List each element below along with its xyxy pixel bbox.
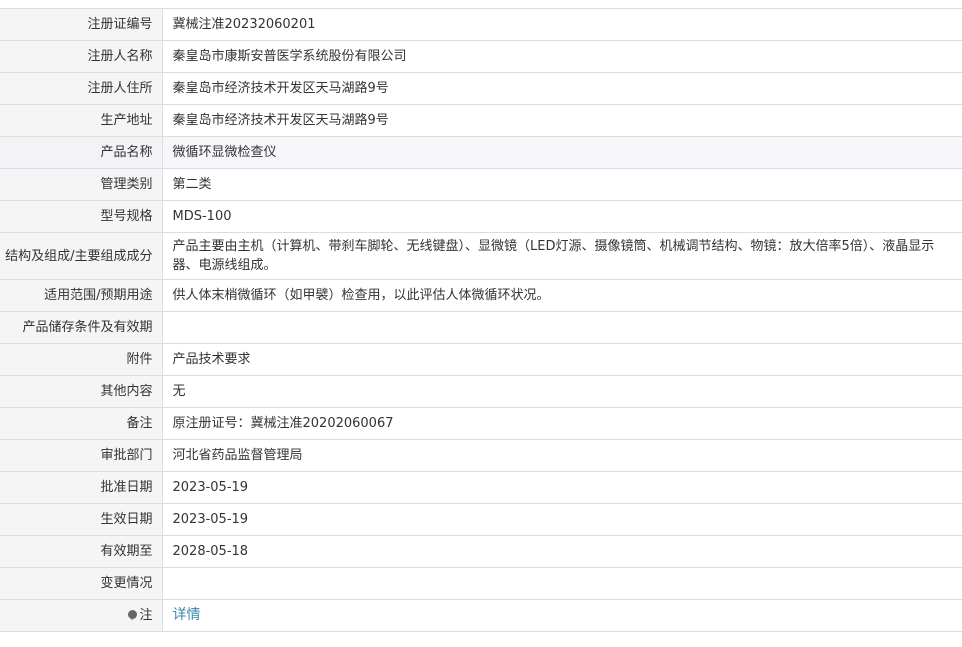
field-value: 秦皇岛市经济技术开发区天马湖路9号 bbox=[162, 104, 962, 137]
field-label: 适用范围/预期用途 bbox=[0, 279, 163, 312]
row-attachment: 附件 产品技术要求 bbox=[0, 343, 962, 376]
row-approval-department: 审批部门 河北省药品监督管理局 bbox=[0, 439, 962, 472]
row-model-spec: 型号规格 MDS-100 bbox=[0, 200, 962, 233]
row-registrant-address: 注册人住所 秦皇岛市经济技术开发区天马湖路9号 bbox=[0, 72, 962, 105]
row-registration-number: 注册证编号 冀械注准20232060201 bbox=[0, 8, 962, 41]
row-change-status: 变更情况 bbox=[0, 567, 962, 600]
row-other-content: 其他内容 无 bbox=[0, 375, 962, 408]
details-link[interactable]: 详情 bbox=[173, 607, 201, 623]
field-value bbox=[162, 567, 962, 600]
field-label: 注册人名称 bbox=[0, 40, 163, 73]
row-registrant-name: 注册人名称 秦皇岛市康斯安普医学系统股份有限公司 bbox=[0, 40, 962, 73]
row-product-name: 产品名称 微循环显微检查仪 bbox=[0, 136, 962, 169]
field-label: 批准日期 bbox=[0, 471, 163, 504]
field-label: 变更情况 bbox=[0, 567, 163, 600]
row-note: 注 详情 bbox=[0, 599, 962, 632]
row-approval-date: 批准日期 2023-05-19 bbox=[0, 471, 962, 504]
field-value bbox=[162, 311, 962, 344]
field-value: 产品主要由主机（计算机、带刹车脚轮、无线键盘）、显微镜（LED灯源、摄像镜筒、机… bbox=[162, 232, 962, 280]
row-management-category: 管理类别 第二类 bbox=[0, 168, 962, 201]
pin-icon bbox=[128, 609, 138, 621]
field-label: 注册人住所 bbox=[0, 72, 163, 105]
row-production-address: 生产地址 秦皇岛市经济技术开发区天马湖路9号 bbox=[0, 104, 962, 137]
row-effective-date: 生效日期 2023-05-19 bbox=[0, 503, 962, 536]
field-value: 原注册证号：冀械注准20202060067 bbox=[162, 407, 962, 440]
field-value: 微循环显微检查仪 bbox=[162, 136, 962, 169]
field-value: 无 bbox=[162, 375, 962, 408]
field-label: 注册证编号 bbox=[0, 8, 163, 41]
field-label: 审批部门 bbox=[0, 439, 163, 472]
field-label: 附件 bbox=[0, 343, 163, 376]
field-label: 有效期至 bbox=[0, 535, 163, 568]
field-label: 型号规格 bbox=[0, 200, 163, 233]
field-value: 冀械注准20232060201 bbox=[162, 8, 962, 41]
note-label-cell: 注 bbox=[0, 599, 163, 632]
field-label: 结构及组成/主要组成成分 bbox=[0, 232, 163, 280]
note-value-cell: 详情 bbox=[162, 599, 962, 632]
field-label: 产品储存条件及有效期 bbox=[0, 311, 163, 344]
field-value: MDS-100 bbox=[162, 200, 962, 233]
row-structure-composition: 结构及组成/主要组成成分 产品主要由主机（计算机、带刹车脚轮、无线键盘）、显微镜… bbox=[0, 232, 962, 280]
field-value: 2023-05-19 bbox=[162, 503, 962, 536]
field-value: 2023-05-19 bbox=[162, 471, 962, 504]
note-label-text: 注 bbox=[139, 607, 153, 623]
field-label: 生效日期 bbox=[0, 503, 163, 536]
field-value: 第二类 bbox=[162, 168, 962, 201]
row-intended-use: 适用范围/预期用途 供人体末梢微循环（如甲襞）检查用，以此评估人体微循环状况。 bbox=[0, 279, 962, 312]
field-label: 产品名称 bbox=[0, 136, 163, 169]
field-value: 产品技术要求 bbox=[162, 343, 962, 376]
registration-detail-table: 注册证编号 冀械注准20232060201 注册人名称 秦皇岛市康斯安普医学系统… bbox=[0, 8, 962, 632]
field-label: 其他内容 bbox=[0, 375, 163, 408]
field-value: 供人体末梢微循环（如甲襞）检查用，以此评估人体微循环状况。 bbox=[162, 279, 962, 312]
row-valid-until: 有效期至 2028-05-18 bbox=[0, 535, 962, 568]
registration-detail-page: 注册证编号 冀械注准20232060201 注册人名称 秦皇岛市康斯安普医学系统… bbox=[0, 0, 962, 647]
note-label: 注 bbox=[128, 606, 153, 625]
field-label: 生产地址 bbox=[0, 104, 163, 137]
field-label: 备注 bbox=[0, 407, 163, 440]
row-remarks: 备注 原注册证号：冀械注准20202060067 bbox=[0, 407, 962, 440]
field-value: 秦皇岛市康斯安普医学系统股份有限公司 bbox=[162, 40, 962, 73]
field-value: 秦皇岛市经济技术开发区天马湖路9号 bbox=[162, 72, 962, 105]
field-value: 2028-05-18 bbox=[162, 535, 962, 568]
field-label: 管理类别 bbox=[0, 168, 163, 201]
field-value: 河北省药品监督管理局 bbox=[162, 439, 962, 472]
row-storage-validity: 产品储存条件及有效期 bbox=[0, 311, 962, 344]
